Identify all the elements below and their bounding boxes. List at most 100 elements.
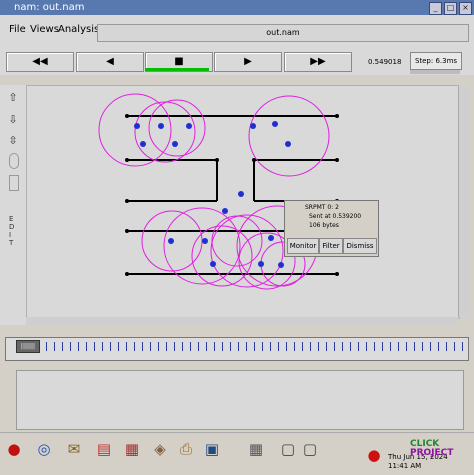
timeline-tick: [86, 342, 87, 351]
timeline-tick: [286, 342, 287, 351]
timeline-tick: [254, 342, 255, 351]
timeline-tick: [134, 342, 135, 351]
office-writer-icon[interactable]: ▤: [94, 439, 114, 459]
minimize-icon[interactable]: _: [429, 2, 442, 15]
monitor-button[interactable]: Monitor: [287, 238, 319, 254]
stop-active-indicator: [145, 68, 209, 71]
horizontal-scrollbar[interactable]: [26, 317, 458, 325]
timeline-tick: [422, 342, 423, 351]
timeline-tick: [462, 342, 463, 351]
timeline-tick: [166, 342, 167, 351]
mode-toggle-1[interactable]: [9, 153, 19, 169]
rewind-button[interactable]: ◀◀: [6, 52, 74, 72]
step-back-button[interactable]: ◀: [76, 52, 144, 72]
workspace-switcher-icon[interactable]: ▦: [246, 439, 266, 459]
fit-icon[interactable]: ⇳: [5, 133, 21, 149]
filter-button[interactable]: Filter: [319, 238, 343, 254]
timeline-tick: [318, 342, 319, 351]
endpoint: [125, 272, 129, 276]
timeline-tick: [142, 342, 143, 351]
timeline-tick: [406, 342, 407, 351]
node: [172, 141, 178, 147]
redhat-menu-icon[interactable]: ●: [4, 439, 24, 459]
browser-icon[interactable]: ◎: [34, 439, 54, 459]
tool-column: ⇧ ⇩ ⇳ EDIT: [0, 85, 26, 325]
step-slider[interactable]: [410, 70, 460, 74]
timeline-tick: [278, 342, 279, 351]
timeline-tick: [366, 342, 367, 351]
node: [168, 238, 174, 244]
task-nam-icon[interactable]: ▢: [278, 439, 298, 459]
simulation-time: 0.549018: [368, 58, 402, 66]
transmission-ranges: [98, 93, 330, 290]
timeline-tick: [398, 342, 399, 351]
node: [272, 121, 278, 127]
node: [158, 123, 164, 129]
maximize-icon[interactable]: □: [444, 2, 457, 15]
close-icon[interactable]: ×: [459, 2, 472, 15]
mail-icon[interactable]: ✉: [64, 439, 84, 459]
menu-file[interactable]: File: [9, 24, 26, 35]
timeline-tick: [70, 342, 71, 351]
clock-time: 11:41 AM: [388, 462, 422, 470]
animation-canvas[interactable]: [26, 85, 460, 319]
mode-toggle-2[interactable]: [9, 175, 19, 191]
timeline-tick: [334, 342, 335, 351]
timeline-tick: [198, 342, 199, 351]
node: [250, 123, 256, 129]
watermark-logo: CLICK PROJECT: [410, 439, 454, 458]
timeline-tick: [102, 342, 103, 351]
timeline-tick: [54, 342, 55, 351]
timeline-tick: [326, 342, 327, 351]
node: [258, 261, 264, 267]
menu-views[interactable]: Views: [30, 24, 59, 35]
dismiss-button[interactable]: Dismiss: [343, 238, 377, 254]
timeline-tick: [454, 342, 455, 351]
timeline-tick: [190, 342, 191, 351]
printer-icon[interactable]: ⎙: [176, 439, 196, 459]
timeline-tick: [446, 342, 447, 351]
vertical-scrollbar[interactable]: [458, 85, 469, 317]
office-impress-icon[interactable]: ◈: [150, 439, 170, 459]
packet-info-popup: SRPMT 0: 2 Sent at 0.539200 106 bytes Mo…: [284, 200, 379, 257]
zoom-out-icon[interactable]: ⇩: [5, 112, 21, 128]
node: [268, 235, 274, 241]
timeline-tick: [230, 342, 231, 351]
timeline-slider[interactable]: |||||||: [5, 337, 469, 361]
range-circle: [210, 214, 284, 288]
timeline-tick: [214, 342, 215, 351]
timeline-tick: [294, 342, 295, 351]
alert-icon[interactable]: ●: [364, 445, 384, 465]
timeline-tick: [390, 342, 391, 351]
endpoint: [125, 199, 129, 203]
timeline-tick: [118, 342, 119, 351]
endpoint: [125, 114, 129, 118]
node: [202, 238, 208, 244]
timeline-knob[interactable]: |||||||: [16, 340, 40, 353]
desktop-taskbar: ● ◎ ✉ ▤ ▦ ◈ ⎙ ▣ ▦ ▢ ▢ ● Thu Jun 15, 2024…: [0, 432, 474, 475]
menu-analysis[interactable]: Analysis: [58, 24, 99, 35]
annotation-area[interactable]: [16, 370, 464, 430]
task-window-icon[interactable]: ▢: [300, 439, 320, 459]
node: [238, 191, 244, 197]
terminal-icon[interactable]: ▣: [202, 439, 222, 459]
timeline-tick: [310, 342, 311, 351]
play-button[interactable]: ▶: [214, 52, 282, 72]
packet-size: 106 bytes: [309, 222, 339, 229]
fast-forward-button[interactable]: ▶▶: [284, 52, 352, 72]
timeline-tick: [246, 342, 247, 351]
timeline-tick: [270, 342, 271, 351]
timeline-tick: [206, 342, 207, 351]
timeline-tick: [150, 342, 151, 351]
window-titlebar: nam: out.nam _ □ ×: [0, 0, 474, 15]
trace-file-label: out.nam: [97, 24, 469, 42]
window-buttons: _ □ ×: [429, 2, 472, 15]
zoom-in-icon[interactable]: ⇧: [5, 90, 21, 106]
endpoint: [335, 272, 339, 276]
window-title: nam: out.nam: [14, 2, 85, 13]
office-calc-icon[interactable]: ▦: [122, 439, 142, 459]
range-circle: [248, 95, 330, 177]
node: [140, 141, 146, 147]
playback-controls: ◀◀ ◀ ■ ▶ ▶▶: [0, 47, 474, 75]
timeline-tick: [430, 342, 431, 351]
